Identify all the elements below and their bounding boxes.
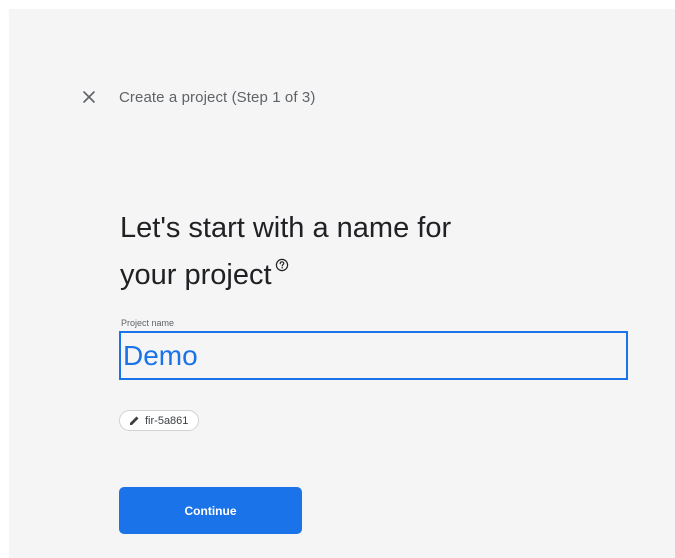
project-name-label: Project name (121, 318, 175, 328)
project-id-text: fir-5a861 (145, 414, 189, 427)
continue-button[interactable]: Continue (119, 487, 302, 534)
heading-line-2: your project (120, 259, 272, 291)
project-id-chip[interactable]: fir-5a861 (119, 410, 200, 431)
project-name-input[interactable] (121, 333, 626, 378)
page-header: Create a project (Step 1 of 3) (80, 85, 315, 109)
project-name-field (119, 331, 628, 380)
heading-line-1: Let's start with a name for (120, 212, 452, 244)
page-title: Create a project (Step 1 of 3) (119, 88, 316, 106)
main-heading: Let's start with a name for your project (120, 205, 540, 299)
help-button[interactable] (275, 258, 289, 272)
close-button[interactable] (80, 88, 98, 106)
close-icon (83, 91, 95, 103)
help-circle-icon (275, 258, 288, 272)
pencil-icon (130, 416, 139, 425)
